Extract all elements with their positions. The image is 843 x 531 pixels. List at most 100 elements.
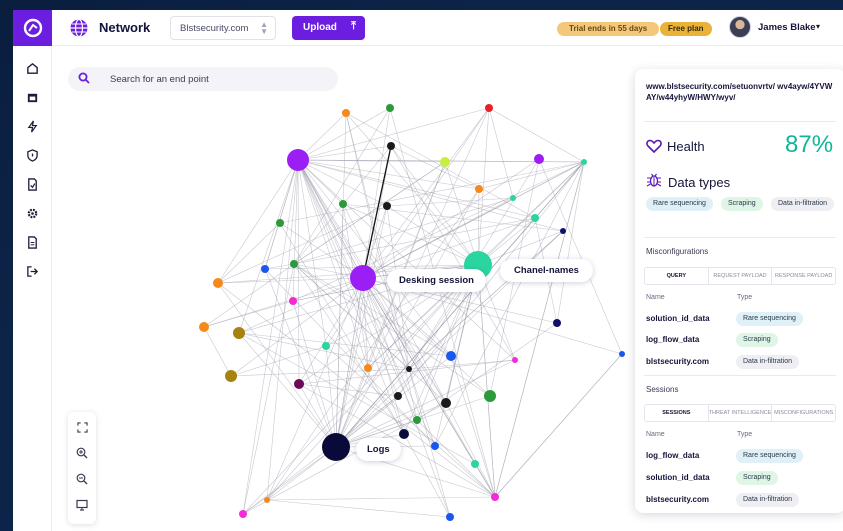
graph-node[interactable] xyxy=(276,219,284,227)
graph-node[interactable] xyxy=(213,278,223,288)
bolt-icon[interactable] xyxy=(24,118,40,134)
graph-node[interactable] xyxy=(413,416,421,424)
zoom-toolbar xyxy=(68,412,96,524)
search-bar[interactable] xyxy=(68,67,338,91)
graph-node[interactable] xyxy=(406,366,412,372)
graph-node[interactable] xyxy=(264,497,270,503)
graph-node[interactable] xyxy=(364,364,372,372)
graph-node[interactable] xyxy=(383,202,391,210)
graph-node[interactable] xyxy=(446,351,456,361)
avatar[interactable] xyxy=(729,16,751,38)
session-row-name[interactable]: blstsecurity.com xyxy=(646,495,709,504)
divider xyxy=(644,375,836,376)
graph-node[interactable] xyxy=(289,297,297,305)
graph-node[interactable] xyxy=(534,154,544,164)
node-label-logs[interactable]: Logs xyxy=(356,438,401,461)
graph-edge xyxy=(266,496,496,501)
file-icon[interactable] xyxy=(24,234,40,250)
graph-edge xyxy=(390,145,480,190)
tab-request-payload[interactable]: REQUEST PAYLOAD xyxy=(709,268,773,284)
graph-node[interactable] xyxy=(553,319,561,327)
graph-node[interactable] xyxy=(322,342,330,350)
graph-edge xyxy=(203,263,295,328)
graph-edge xyxy=(390,145,479,266)
graph-node[interactable] xyxy=(394,392,402,400)
graph-node[interactable] xyxy=(560,228,566,234)
graph-node[interactable] xyxy=(261,265,269,273)
calendar-icon[interactable] xyxy=(24,89,40,105)
tab-response-payload[interactable]: RESPONSE PAYLOAD xyxy=(772,268,835,284)
monitor-icon[interactable] xyxy=(75,498,89,512)
graph-node[interactable] xyxy=(440,157,450,167)
chevron-down-icon[interactable]: ▾ xyxy=(816,22,820,31)
graph-edge xyxy=(345,112,536,219)
graph-edge xyxy=(298,383,399,397)
sessions-tabs: SESSIONS THREAT INTELLIGENCE MISCONFIGUR… xyxy=(644,404,836,422)
graph-node[interactable] xyxy=(581,159,587,165)
health-label: Health xyxy=(667,139,705,154)
graph-node[interactable] xyxy=(619,351,625,357)
app-logo[interactable] xyxy=(13,10,52,46)
shield-icon[interactable] xyxy=(24,147,40,163)
graph-node[interactable] xyxy=(484,390,496,402)
graph-node[interactable] xyxy=(491,493,499,501)
node-label-desking-session[interactable]: Desking session xyxy=(387,269,486,292)
graph-node[interactable] xyxy=(471,460,479,468)
session-row-name[interactable]: log_flow_data xyxy=(646,451,699,460)
graph-node[interactable] xyxy=(399,429,409,439)
graph-node[interactable] xyxy=(510,195,516,201)
graph-node[interactable] xyxy=(290,260,298,268)
data-type-tag: Rare sequencing xyxy=(646,197,713,211)
sessions-title: Sessions xyxy=(646,385,679,394)
graph-node[interactable] xyxy=(294,379,304,389)
graph-node[interactable] xyxy=(441,398,451,408)
misconfig-row-name[interactable]: blstsecurity.com xyxy=(646,357,709,366)
graph-node[interactable] xyxy=(233,327,245,339)
domain-select[interactable]: Blstsecurity.com ▲ ▼ xyxy=(170,16,276,40)
gear-icon[interactable] xyxy=(24,205,40,221)
graph-edge xyxy=(362,107,391,279)
graph-node[interactable] xyxy=(512,357,518,363)
node-label-chanel-names[interactable]: Chanel-names xyxy=(500,259,593,282)
misconfig-row-name[interactable]: log_flow_data xyxy=(646,335,699,344)
graph-hub-node[interactable] xyxy=(322,433,350,461)
misconfig-row-name[interactable]: solution_id_data xyxy=(646,314,710,323)
plan-badge[interactable]: Free plan xyxy=(660,22,712,36)
graph-node[interactable] xyxy=(342,109,350,117)
graph-node[interactable] xyxy=(446,513,454,521)
zoom-in-icon[interactable] xyxy=(75,446,89,460)
graph-node[interactable] xyxy=(339,200,347,208)
session-row-name[interactable]: solution_id_data xyxy=(646,473,710,482)
graph-node[interactable] xyxy=(225,370,237,382)
logout-icon[interactable] xyxy=(24,263,40,279)
graph-hub-node[interactable] xyxy=(287,149,309,171)
misconfig-row-type: Scraping xyxy=(736,333,778,347)
tab-query[interactable]: QUERY xyxy=(645,268,709,284)
graph-node[interactable] xyxy=(475,185,483,193)
tab-misconfigurations[interactable]: MISCONFIGURATIONS xyxy=(772,405,835,421)
upload-button[interactable]: Upload ⤒ xyxy=(292,16,365,40)
home-icon[interactable] xyxy=(24,60,40,76)
graph-hub-node[interactable] xyxy=(350,265,376,291)
tab-threat-intelligence[interactable]: THREAT INTELLIGENCE xyxy=(709,405,773,421)
page-title: Network xyxy=(99,20,151,35)
endpoint-url: www.blstsecurity.com/setuonvrtv/ wv4ayw/… xyxy=(646,82,833,102)
graph-node[interactable] xyxy=(531,214,539,222)
user-name[interactable]: James Blake xyxy=(758,22,816,33)
graph-edge xyxy=(556,161,585,324)
graph-edge xyxy=(450,355,496,498)
search-input[interactable] xyxy=(110,67,330,91)
zoom-out-icon[interactable] xyxy=(75,472,89,486)
graph-edges xyxy=(203,107,623,518)
graph-node[interactable] xyxy=(239,510,247,518)
app-window: Network Blstsecurity.com ▲ ▼ Upload ⤒ Tri… xyxy=(13,10,843,531)
graph-node[interactable] xyxy=(199,322,209,332)
tab-sessions[interactable]: SESSIONS xyxy=(645,405,709,421)
sidebar xyxy=(13,46,52,531)
document-check-icon[interactable] xyxy=(24,176,40,192)
graph-node[interactable] xyxy=(431,442,439,450)
expand-icon[interactable] xyxy=(75,420,89,434)
graph-node[interactable] xyxy=(387,142,395,150)
graph-node[interactable] xyxy=(485,104,493,112)
graph-node[interactable] xyxy=(386,104,394,112)
